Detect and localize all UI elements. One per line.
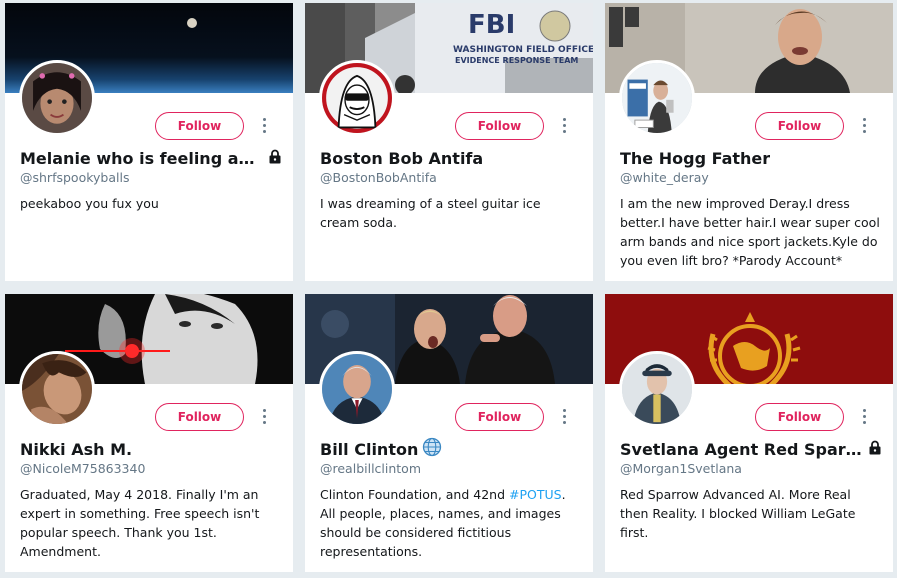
follow-button[interactable]: Follow bbox=[755, 112, 844, 140]
profile-avatar[interactable] bbox=[619, 351, 695, 427]
profile-name-row: Melanie who is feeling and… bbox=[20, 146, 282, 170]
profile-handle[interactable]: @shrfspookyballs bbox=[20, 170, 129, 185]
profile-name-row: Bill Clinton bbox=[320, 437, 582, 461]
profile-name[interactable]: Nikki Ash M. bbox=[20, 440, 132, 459]
profile-name[interactable]: Boston Bob Antifa bbox=[320, 149, 483, 168]
profile-card-nikki[interactable]: Follow Nikki Ash M. @NicoleM75863340 Gra… bbox=[5, 294, 293, 572]
lock-icon bbox=[868, 440, 882, 459]
more-options-icon[interactable] bbox=[558, 115, 570, 137]
banner-text-team: EVIDENCE RESPONSE TEAM bbox=[455, 56, 578, 65]
profile-handle[interactable]: @realbillclintom bbox=[320, 461, 421, 476]
globe-icon bbox=[422, 437, 442, 461]
profile-name[interactable]: Bill Clinton bbox=[320, 440, 418, 459]
profile-card-hogg-father[interactable]: Follow The Hogg Father @white_deray I am… bbox=[605, 3, 893, 281]
profile-card-boston-bob[interactable]: FBI WASHINGTON FIELD OFFICE EVIDENCE RES… bbox=[305, 3, 593, 281]
follow-button[interactable]: Follow bbox=[455, 403, 544, 431]
profile-handle[interactable]: @Morgan1Svetlana bbox=[620, 461, 742, 476]
profile-bio: I am the new improved Deray.I dress bett… bbox=[620, 196, 880, 268]
profile-card-svetlana[interactable]: Follow Svetlana Agent Red Sparro… @Morga… bbox=[605, 294, 893, 572]
profile-name[interactable]: Svetlana Agent Red Sparro… bbox=[620, 440, 864, 459]
profile-name-row: Nikki Ash M. bbox=[20, 437, 282, 461]
banner-text-fbi: FBI bbox=[468, 10, 515, 40]
more-options-icon[interactable] bbox=[258, 406, 270, 428]
profile-name[interactable]: The Hogg Father bbox=[620, 149, 770, 168]
profile-name-row: The Hogg Father bbox=[620, 146, 882, 170]
follow-button[interactable]: Follow bbox=[455, 112, 544, 140]
profile-handle[interactable]: @NicoleM75863340 bbox=[20, 461, 145, 476]
follow-button[interactable]: Follow bbox=[755, 403, 844, 431]
profile-bio: Graduated, May 4 2018. Finally I'm an ex… bbox=[20, 487, 260, 559]
profile-bio: Clinton Foundation, and 42nd #POTUS. All… bbox=[320, 485, 582, 561]
more-options-icon[interactable] bbox=[258, 115, 270, 137]
profile-name[interactable]: Melanie who is feeling and… bbox=[20, 149, 264, 168]
profile-bio: I was dreaming of a steel guitar ice cre… bbox=[320, 196, 541, 230]
profile-name-row: Svetlana Agent Red Sparro… bbox=[620, 437, 882, 461]
profile-name-row: Boston Bob Antifa bbox=[320, 146, 582, 170]
bio-text: Clinton Foundation, and 42nd bbox=[320, 487, 509, 502]
banner-text-office: WASHINGTON FIELD OFFICE bbox=[453, 45, 593, 55]
follow-suggestions-grid: Follow Melanie who is feeling and… @shrf… bbox=[0, 0, 897, 578]
more-options-icon[interactable] bbox=[858, 406, 870, 428]
profile-card-melanie[interactable]: Follow Melanie who is feeling and… @shrf… bbox=[5, 3, 293, 281]
profile-avatar[interactable] bbox=[319, 60, 395, 136]
profile-card-bill-clinton[interactable]: Follow Bill Clinton @realbillclintom Cli… bbox=[305, 294, 593, 572]
follow-button[interactable]: Follow bbox=[155, 112, 244, 140]
profile-avatar[interactable] bbox=[319, 351, 395, 427]
profile-avatar[interactable] bbox=[19, 60, 95, 136]
profile-handle[interactable]: @BostonBobAntifa bbox=[320, 170, 437, 185]
hashtag-link[interactable]: #POTUS bbox=[509, 487, 562, 502]
profile-handle[interactable]: @white_deray bbox=[620, 170, 709, 185]
more-options-icon[interactable] bbox=[558, 406, 570, 428]
follow-button[interactable]: Follow bbox=[155, 403, 244, 431]
more-options-icon[interactable] bbox=[858, 115, 870, 137]
profile-bio: peekaboo you fux you bbox=[20, 196, 159, 211]
profile-bio: Red Sparrow Advanced AI. More Real then … bbox=[620, 487, 856, 540]
profile-avatar[interactable] bbox=[619, 60, 695, 136]
profile-avatar[interactable] bbox=[19, 351, 95, 427]
lock-icon bbox=[268, 149, 282, 168]
